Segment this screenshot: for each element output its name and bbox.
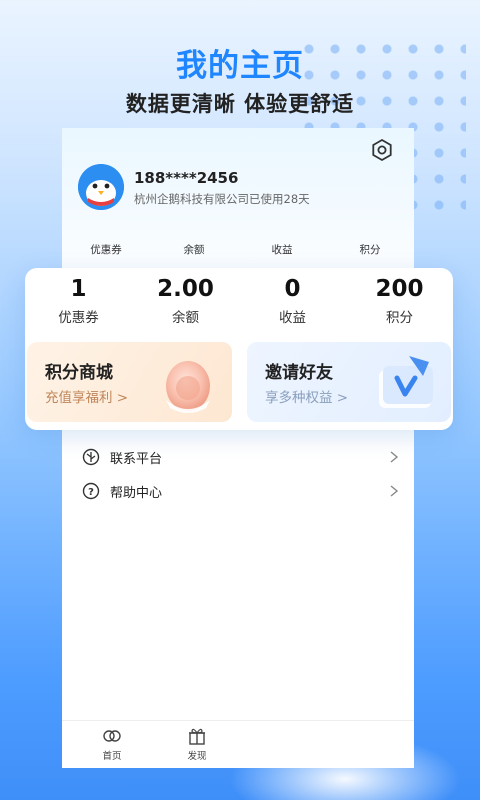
invite-friends-card[interactable]: 邀请好友 享多种权益 > — [247, 342, 451, 422]
penguin-avatar-icon — [78, 164, 124, 210]
mini-stat-label: 余额 — [183, 244, 205, 256]
invite-friends-title: 邀请好友 — [265, 363, 333, 383]
stat-value: 0 — [284, 276, 301, 302]
tab-discover[interactable]: 发现 — [172, 727, 222, 762]
contact-icon — [82, 448, 100, 466]
home-icon — [103, 730, 121, 742]
gear-icon[interactable] — [370, 138, 394, 162]
profile-header-bg — [62, 128, 414, 288]
stat-points[interactable]: 200 积分 — [346, 274, 453, 326]
egg-mascot-icon — [166, 361, 210, 413]
stat-coupons[interactable]: 1 优惠券 — [25, 274, 132, 326]
stats-row: 1 优惠券 2.00 余额 0 收益 200 积分 — [25, 274, 453, 326]
mini-stats-row: 优惠券 余额 收益 积分 — [62, 242, 414, 257]
avatar[interactable] — [78, 164, 124, 210]
stat-label: 余额 — [172, 310, 199, 326]
mini-stat-label: 优惠券 — [90, 244, 122, 256]
stat-label: 优惠券 — [58, 310, 99, 326]
company-usage-text: 杭州企鹅科技有限公司已使用28天 — [134, 192, 310, 206]
menu-item-label: 联系平台 — [110, 451, 163, 467]
chevron-right-icon — [390, 485, 399, 497]
hero-title: 我的主页 — [176, 48, 304, 84]
menu-item-help[interactable]: ? 帮助中心 — [82, 474, 400, 508]
gift-icon — [189, 728, 205, 745]
hero-subtitle: 数据更清晰 体验更舒适 — [125, 92, 355, 116]
badge-v-icon — [379, 356, 433, 408]
user-phone: 188****2456 — [134, 169, 239, 187]
tab-discover-label: 发现 — [187, 751, 207, 762]
mini-stat-label: 收益 — [271, 244, 293, 256]
menu-item-contact[interactable]: 联系平台 — [82, 440, 400, 474]
tab-home[interactable]: 首页 — [87, 727, 137, 762]
points-mall-subtitle: 充值享福利 > — [45, 390, 129, 406]
points-mall-title: 积分商城 — [45, 363, 113, 383]
invite-friends-subtitle: 享多种权益 > — [265, 390, 349, 406]
chevron-right-icon — [390, 451, 399, 463]
stat-label: 积分 — [386, 310, 413, 326]
tab-home-label: 首页 — [102, 751, 122, 762]
help-icon: ? — [82, 482, 100, 500]
mini-stat-label: 积分 — [359, 244, 381, 256]
points-mall-card[interactable]: 积分商城 充值享福利 > — [27, 342, 232, 422]
phone-screen: 188****2456 杭州企鹅科技有限公司已使用28天 优惠券 余额 收益 积… — [62, 128, 414, 768]
account-summary-card: 1 优惠券 2.00 余额 0 收益 200 积分 积分商城 充值享福利 > 邀… — [25, 268, 453, 430]
svg-text:?: ? — [88, 487, 94, 498]
menu-list: 联系平台 ? 帮助中心 — [82, 420, 400, 508]
menu-item-label: 帮助中心 — [110, 485, 163, 501]
stat-value: 2.00 — [157, 276, 214, 302]
stat-balance[interactable]: 2.00 余额 — [132, 274, 239, 326]
stat-value: 200 — [375, 276, 424, 302]
stat-label: 收益 — [279, 310, 306, 326]
stat-value: 1 — [70, 276, 87, 302]
decorative-glow — [220, 730, 470, 800]
stat-earnings[interactable]: 0 收益 — [239, 274, 346, 326]
